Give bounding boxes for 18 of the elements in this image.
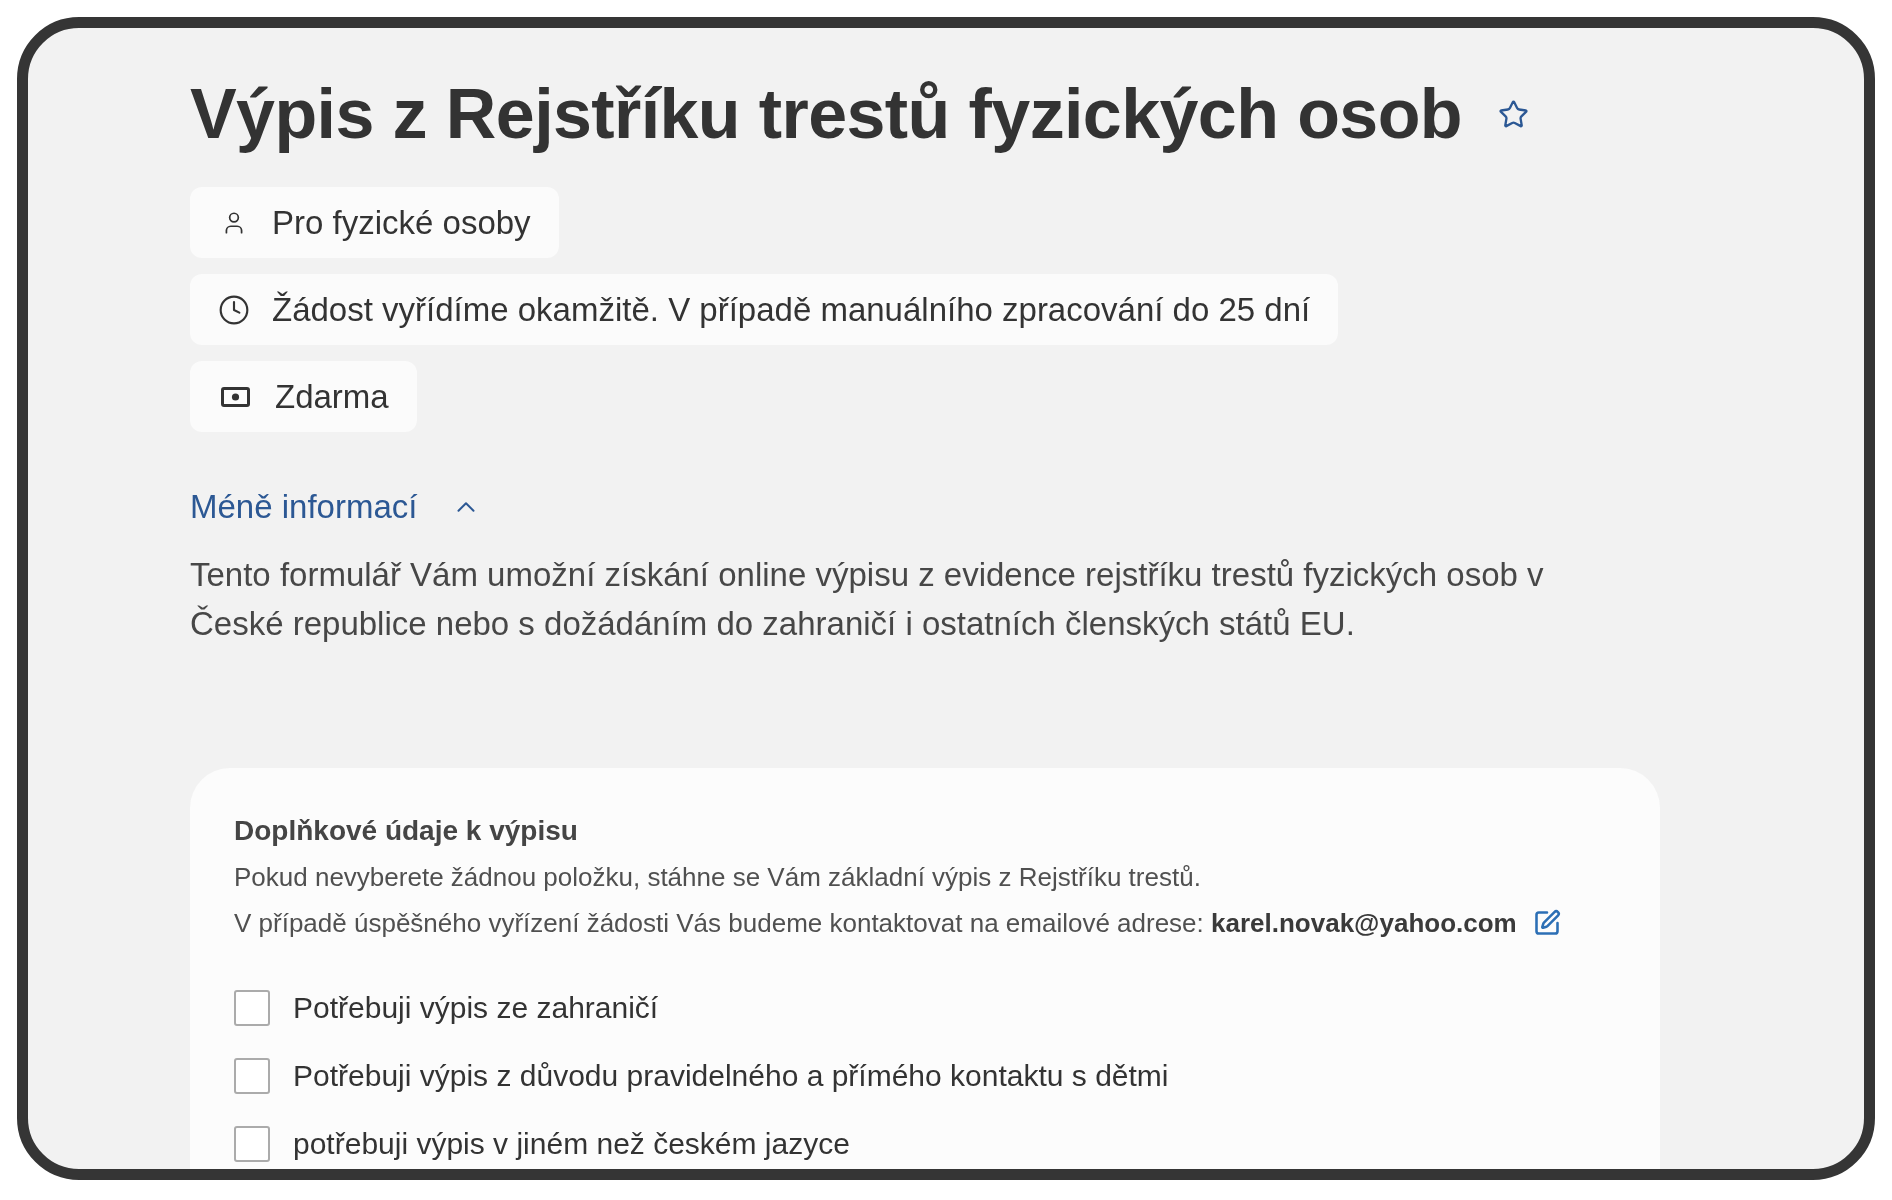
contact-note: V případě úspěšného vyřízení žádosti Vás budeme kontaktovat na emailové adrese: karel.novak@yahoo.com	[234, 907, 1517, 940]
checkbox[interactable]	[234, 1126, 270, 1162]
details-toggle-link[interactable]: Méně informací	[190, 484, 482, 530]
info-chip-text: Zdarma	[275, 377, 389, 416]
checkbox-label[interactable]: Potřebuji výpis ze zahraničí	[293, 988, 659, 1028]
card-title: Doplňkové údaje k výpisu	[234, 814, 579, 848]
checkbox[interactable]	[234, 1058, 270, 1094]
star-icon[interactable]	[1498, 98, 1529, 130]
info-chip-text: Pro fyzické osoby	[272, 203, 531, 242]
edit-icon[interactable]	[1532, 909, 1561, 937]
description-text: Tento formulář Vám umožní získání online výpisu z evidence rejstříku trestů fyzických osob v České republice nebo s dožádáním do zahraničí i ostatních členských států EU.	[190, 555, 1545, 644]
info-chip-text: Žádost vyřídíme okamžitě. V případě manuálního zpracování do 25 dní	[272, 290, 1311, 329]
checkbox[interactable]	[234, 990, 270, 1026]
banknote-icon	[221, 386, 250, 407]
checkbox-label[interactable]: potřebuji výpis v jiném než českém jazyce	[293, 1124, 850, 1164]
clock-icon	[218, 293, 250, 326]
card-note: Pokud nevyberete žádnou položku, stáhne se Vám základní výpis z Rejstříku trestů.	[234, 861, 1202, 894]
checkbox-label[interactable]: Potřebuji výpis z důvodu pravidelného a přímého kontaktu s dětmi	[293, 1056, 1169, 1096]
